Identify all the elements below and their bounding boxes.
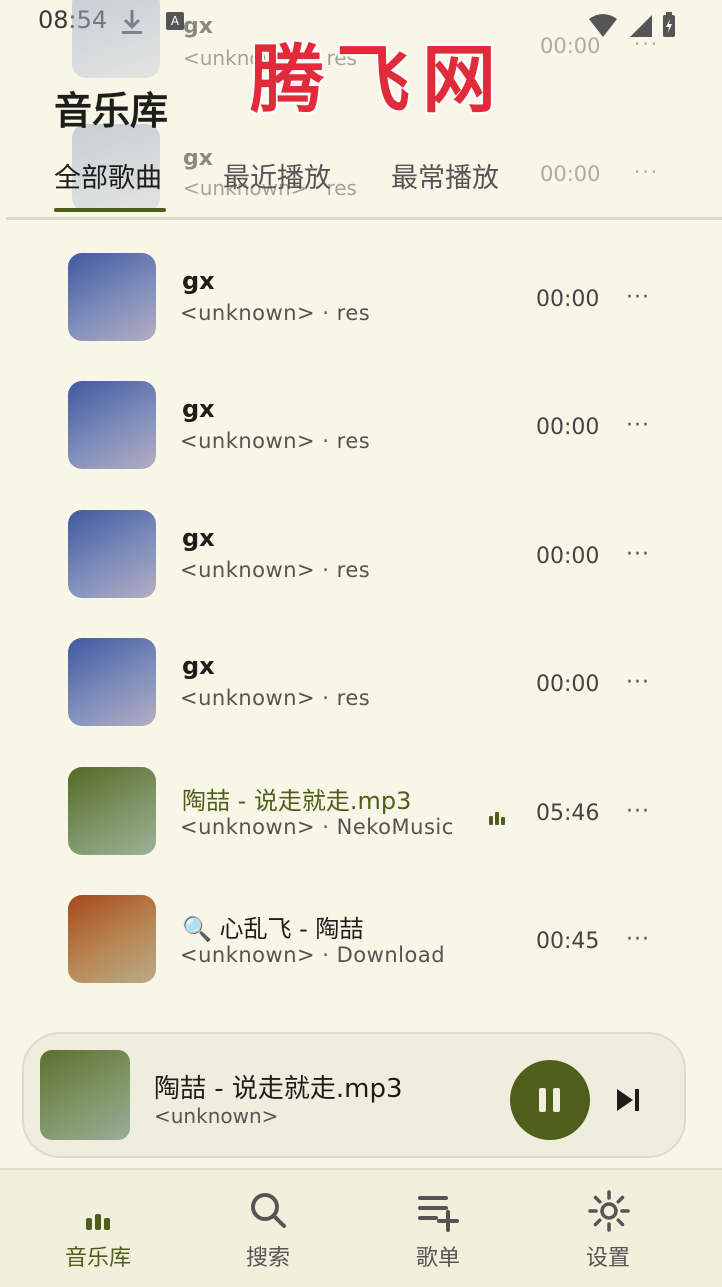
nav-label: 搜索 xyxy=(245,1246,290,1271)
song-duration: 00:45 xyxy=(536,929,600,954)
song-title: gx xyxy=(182,395,215,423)
pause-button[interactable] xyxy=(510,1060,590,1140)
more-icon[interactable]: ··· xyxy=(626,413,650,438)
song-title: 🔍 心乱飞 - 陶喆 xyxy=(182,915,364,943)
tab-indicator xyxy=(54,208,166,212)
nav-playlists[interactable]: 歌单 xyxy=(368,1184,508,1272)
song-duration: 00:00 xyxy=(536,415,600,440)
playlist-add-icon xyxy=(368,1184,508,1236)
search-icon xyxy=(198,1184,338,1236)
page-title: 音乐库 xyxy=(54,89,169,133)
tab-most-played[interactable]: 最常播放 xyxy=(391,156,499,195)
more-icon[interactable]: ··· xyxy=(626,670,650,695)
song-duration: 00:00 xyxy=(540,34,601,58)
album-cover xyxy=(68,767,156,855)
now-playing-artist: <unknown> xyxy=(154,1104,279,1128)
song-title: gx xyxy=(182,652,215,680)
song-title: 陶喆 - 说走就走.mp3 xyxy=(182,787,412,815)
album-cover xyxy=(68,638,156,726)
mini-player[interactable]: 陶喆 - 说走就走.mp3 <unknown> xyxy=(22,1032,686,1158)
song-duration: 00:00 xyxy=(536,287,600,312)
song-row[interactable]: gx <unknown> · res 00:00 ··· xyxy=(40,253,690,363)
album-cover xyxy=(72,0,160,78)
song-subtitle: <unknown> · res xyxy=(180,686,371,710)
more-icon[interactable]: ··· xyxy=(626,799,650,824)
album-cover xyxy=(68,895,156,983)
song-subtitle: <unknown> · res xyxy=(180,301,371,325)
now-playing-icon xyxy=(489,811,507,825)
album-cover xyxy=(68,381,156,469)
song-subtitle: <unknown> · res xyxy=(180,429,371,453)
song-subtitle: <unknown> · NekoMusic xyxy=(180,815,454,839)
song-row-playing[interactable]: 陶喆 - 说走就走.mp3 <unknown> · NekoMusic 05:4… xyxy=(40,767,690,877)
library-icon xyxy=(28,1184,168,1236)
album-cover xyxy=(40,1050,130,1140)
song-row[interactable]: gx <unknown> · res 00:00 ··· xyxy=(40,638,690,748)
song-title: gx xyxy=(183,14,213,39)
tab-all-songs[interactable]: 全部歌曲 xyxy=(54,156,162,195)
divider xyxy=(6,217,722,220)
nav-settings[interactable]: 设置 xyxy=(538,1184,678,1272)
more-icon[interactable]: ··· xyxy=(626,927,650,952)
tab-recent[interactable]: 最近播放 xyxy=(223,156,331,195)
song-row[interactable]: gx <unknown> · res 00:00 ··· xyxy=(40,381,690,491)
more-icon: ··· xyxy=(634,32,660,56)
bottom-nav: 音乐库 搜索 歌单 设置 xyxy=(0,1168,722,1287)
nav-label: 音乐库 xyxy=(64,1246,131,1271)
song-subtitle: <unknown> · Download xyxy=(180,943,446,967)
more-icon[interactable]: ··· xyxy=(626,542,650,567)
song-subtitle: <unknown> · res xyxy=(180,558,371,582)
settings-icon xyxy=(538,1184,678,1236)
song-title: gx xyxy=(182,524,215,552)
skip-next-icon[interactable] xyxy=(614,1086,642,1114)
album-cover xyxy=(68,253,156,341)
song-title: gx xyxy=(182,267,215,295)
song-row[interactable]: 🔍 心乱飞 - 陶喆 <unknown> · Download 00:45 ··… xyxy=(40,895,690,1005)
more-icon[interactable]: ··· xyxy=(626,285,650,310)
nav-label: 设置 xyxy=(585,1246,630,1271)
album-cover xyxy=(68,510,156,598)
watermark: 腾飞网 xyxy=(250,37,508,123)
nav-label: 歌单 xyxy=(415,1246,460,1271)
song-duration: 05:46 xyxy=(536,801,600,826)
song-row[interactable]: gx <unknown> · res 00:00 ··· xyxy=(40,510,690,620)
now-playing-title: 陶喆 - 说走就走.mp3 xyxy=(154,1074,403,1104)
song-duration: 00:00 xyxy=(536,672,600,697)
nav-search[interactable]: 搜索 xyxy=(198,1184,338,1272)
song-duration: 00:00 xyxy=(536,544,600,569)
nav-library[interactable]: 音乐库 xyxy=(28,1184,168,1272)
